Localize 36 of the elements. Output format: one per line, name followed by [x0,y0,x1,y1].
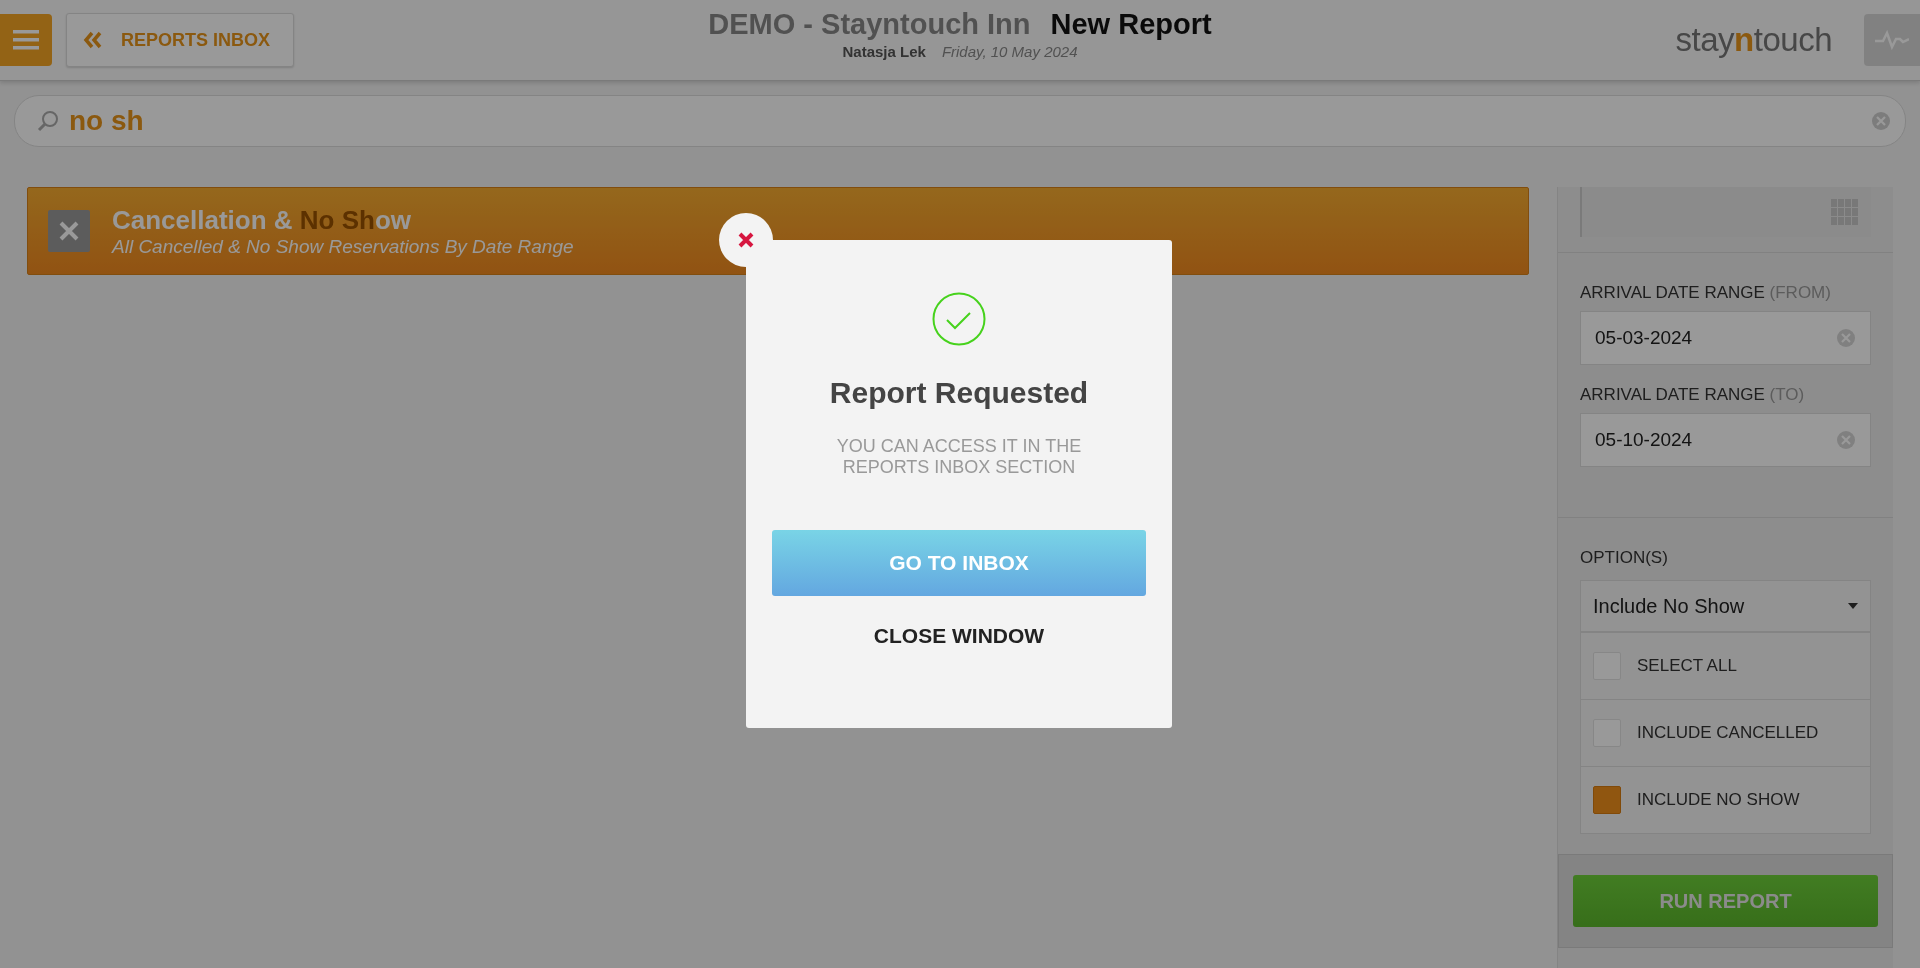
reports-inbox-button[interactable]: REPORTS INBOX [66,13,294,67]
dialog-title: Report Requested [829,376,1089,410]
search-icon [37,109,61,133]
run-report-button[interactable]: RUN REPORT [1573,875,1878,927]
options-label: OPTION(S) [1580,548,1669,568]
date-field[interactable]: 05-10-2024 [1580,413,1871,467]
close-icon [58,220,80,242]
close-window-button[interactable]: CLOSE WINDOW [863,618,1055,654]
clear-icon[interactable] [1871,111,1891,131]
close-icon [738,232,754,248]
user-name: Natasja Lek [842,43,926,60]
activity-button[interactable] [1864,14,1920,66]
clear-icon[interactable] [1836,328,1856,348]
pulse-icon [1875,30,1909,50]
page-title: New Report [1050,8,1212,41]
dialog-message: YOU CAN ACCESS IT IN THE REPORTS INBOX SECTION [835,436,1083,478]
option-label: INCLUDE CANCELLED [1637,723,1819,743]
check-circle-icon [932,292,986,346]
options-dropdown[interactable]: Include No Show [1580,580,1871,632]
business-date: Friday, 10 May 2024 [941,43,1078,60]
brand-logo: stayntouch [1675,21,1832,59]
option-label: SELECT ALL [1637,656,1737,676]
double-chevron-icon [83,31,103,49]
menu-icon [13,29,39,51]
clear-icon[interactable] [1836,430,1856,450]
option-label: INCLUDE NO SHOW [1637,790,1800,810]
go-to-inbox-button[interactable]: GO TO INBOX [772,530,1146,596]
caret-icon [1848,603,1858,609]
menu-button[interactable] [0,14,52,66]
report-description: All Cancelled & No Show Reservations By Date Range [112,235,574,258]
checkbox[interactable] [1593,786,1621,814]
date-field[interactable]: 05-03-2024 [1580,311,1871,365]
report-title: Cancellation & No Show [112,204,413,236]
remove-button[interactable] [48,210,90,252]
hotel-name: DEMO - Stayntouch Inn [708,8,1031,41]
search-field[interactable]: no sh [14,95,1906,147]
